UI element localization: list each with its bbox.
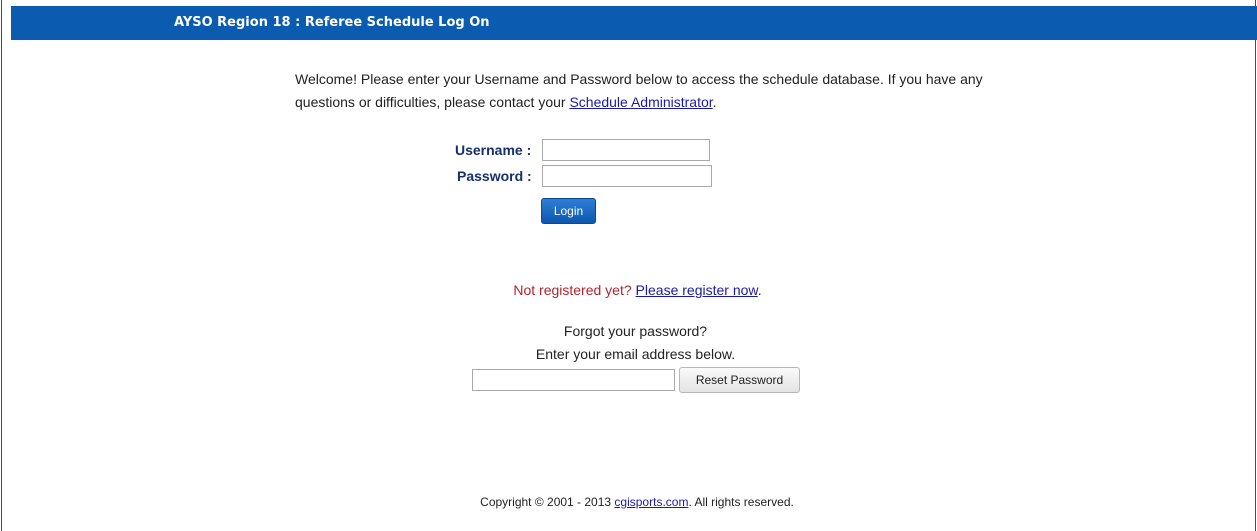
not-registered-text: Not registered yet? <box>513 282 632 298</box>
reset-email-input[interactable] <box>472 369 675 391</box>
username-input[interactable] <box>542 139 710 161</box>
copyright-suffix: . All rights reserved. <box>688 495 794 509</box>
schedule-administrator-link[interactable]: Schedule Administrator <box>569 94 712 110</box>
copyright-text: Copyright © 2001 - 2013 <box>480 495 615 509</box>
page-title: AYSO Region 18 : Referee Schedule Log On <box>174 15 490 30</box>
username-label: Username : <box>455 142 532 158</box>
forgot-password-instruction: Enter your email address below. <box>535 346 736 362</box>
welcome-suffix: . <box>712 94 717 110</box>
login-button[interactable]: Login <box>541 198 596 224</box>
reset-password-button[interactable]: Reset Password <box>679 367 800 393</box>
password-input[interactable] <box>542 165 712 187</box>
copyright-footer: Copyright © 2001 - 2013 cgisports.com. A… <box>2 495 1257 509</box>
page-frame: AYSO Region 18 : Referee Schedule Log On… <box>1 0 1257 531</box>
register-suffix: . <box>757 282 762 298</box>
password-label: Password : <box>457 168 532 184</box>
cgisports-link[interactable]: cgisports.com <box>614 495 688 509</box>
welcome-message: Welcome! Please enter your Username and … <box>295 68 985 114</box>
register-link[interactable]: Please register now <box>636 282 758 298</box>
forgot-password-heading: Forgot your password? <box>563 323 708 339</box>
page-header: AYSO Region 18 : Referee Schedule Log On <box>11 6 1257 40</box>
register-line: Not registered yet? Please register now. <box>10 282 1257 298</box>
